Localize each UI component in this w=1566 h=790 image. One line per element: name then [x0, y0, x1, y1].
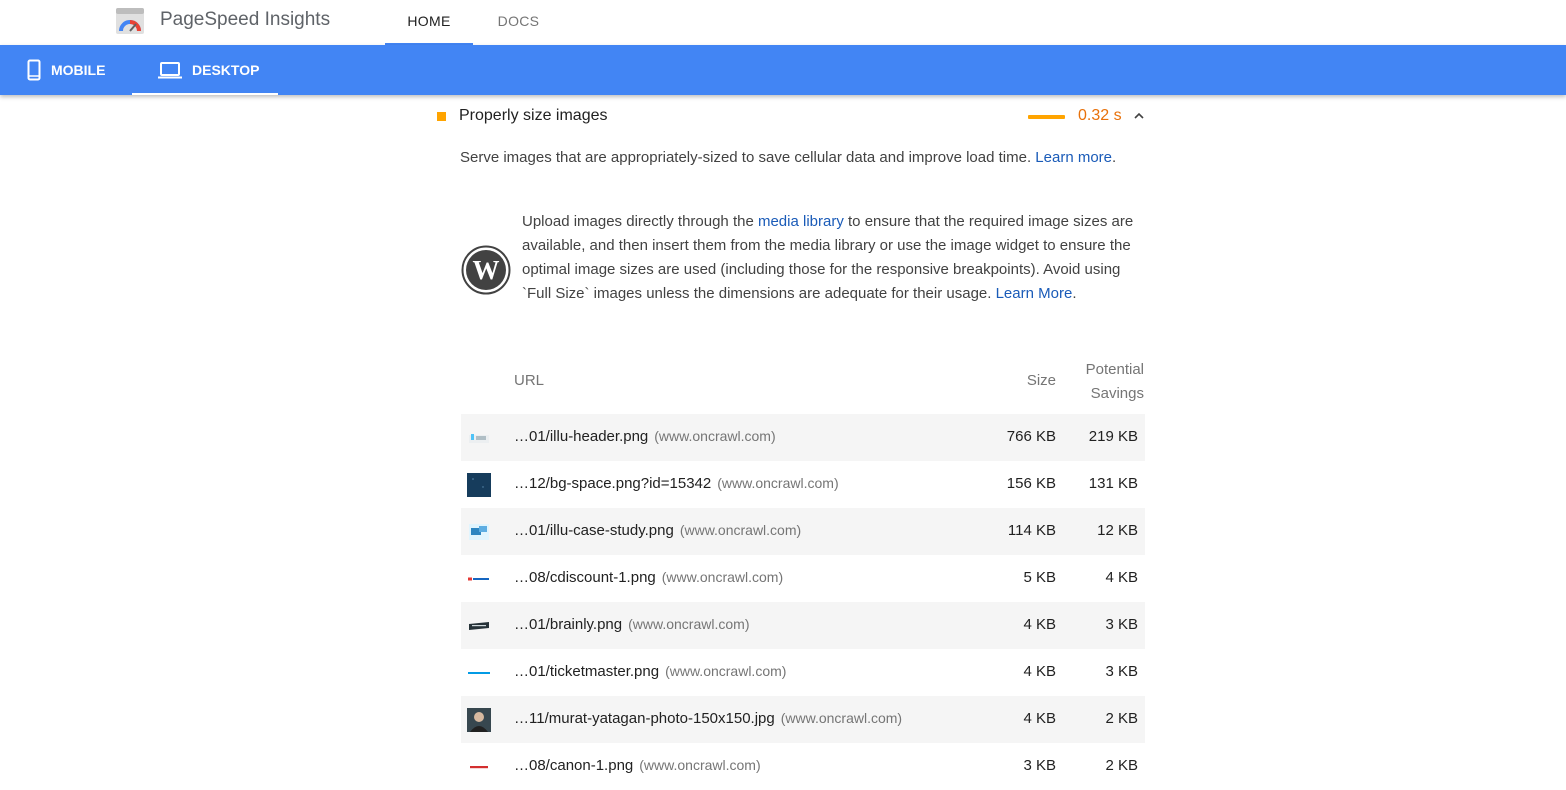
row-size: 766 KB: [1006, 428, 1056, 445]
row-url: …11/murat-yatagan-photo-150x150.jpg: [514, 710, 775, 727]
stack-pack-learn-more-link[interactable]: Learn More: [996, 285, 1073, 302]
table-row: …01/illu-case-study.png (www.oncrawl.com)…: [461, 508, 1145, 555]
row-host: (www.oncrawl.com): [679, 522, 802, 538]
table-row: …01/illu-header.png (www.oncrawl.com) 766…: [461, 414, 1145, 461]
portrait-photo-thumbnail: [467, 708, 491, 732]
illustration-thumbnail: [469, 434, 489, 443]
audit-savings-bar: [1028, 115, 1065, 119]
cdiscount-logo-thumbnail: [468, 577, 490, 581]
column-header-url: URL: [514, 372, 545, 389]
top-header: PageSpeed Insights HOME DOCS: [0, 0, 1566, 45]
row-savings: 2 KB: [1105, 710, 1138, 727]
tab-mobile-label: MOBILE: [51, 62, 106, 78]
dark-blue-thumbnail: [467, 473, 491, 497]
row-savings: 3 KB: [1105, 663, 1138, 680]
row-size: 4 KB: [1023, 710, 1056, 727]
table-row: …11/murat-yatagan-photo-150x150.jpg (www.…: [461, 696, 1145, 743]
row-url: …01/brainly.png: [514, 616, 623, 633]
device-bar: MOBILE DESKTOP: [0, 45, 1566, 95]
row-size: 114 KB: [1007, 522, 1056, 539]
audit-status-marker: [437, 112, 446, 121]
table-row: …08/cdiscount-1.png (www.oncrawl.com) 5 K…: [461, 555, 1145, 602]
row-url: …01/ticketmaster.png: [514, 663, 660, 680]
table-header: URL Size Potential Savings: [461, 358, 1145, 414]
laptop-icon: [158, 62, 182, 79]
row-savings: 12 KB: [1097, 522, 1138, 539]
audit-description: Serve images that are appropriately-size…: [460, 149, 1117, 166]
row-host: (www.oncrawl.com): [628, 616, 750, 632]
row-size: 156 KB: [1006, 475, 1056, 492]
case-study-thumbnail: [469, 524, 489, 540]
tab-mobile[interactable]: MOBILE: [0, 45, 130, 95]
row-size: 3 KB: [1023, 757, 1056, 774]
stack-pack-advice: Upload images directly through the media…: [522, 213, 1134, 302]
audit-title[interactable]: Properly size images: [459, 107, 608, 125]
row-size: 5 KB: [1023, 569, 1056, 586]
row-host: (www.oncrawl.com): [665, 663, 787, 679]
tab-home[interactable]: HOME: [385, 0, 473, 45]
row-url: …01/illu-case-study.png: [514, 522, 674, 539]
pagespeed-gauge-icon[interactable]: [115, 7, 145, 35]
details-table: URL Size Potential Savings …01/illu-head…: [461, 358, 1145, 790]
row-host: (www.oncrawl.com): [661, 569, 784, 585]
tab-desktop-label: DESKTOP: [192, 62, 260, 78]
learn-more-link[interactable]: Learn more: [1035, 149, 1112, 166]
row-size: 4 KB: [1023, 616, 1056, 633]
phone-icon: [27, 59, 41, 81]
row-size: 4 KB: [1023, 663, 1056, 680]
table-row: …12/bg-space.png?id=15342 (www.oncrawl.co…: [461, 461, 1145, 508]
row-savings: 2 KB: [1105, 757, 1138, 774]
row-savings: 131 KB: [1088, 475, 1138, 492]
row-host: (www.oncrawl.com): [639, 757, 761, 773]
ticketmaster-logo-thumbnail: [468, 672, 490, 674]
table-row: …01/brainly.png (www.oncrawl.com) 4 KB 3 …: [461, 602, 1145, 649]
brainly-logo-thumbnail: [469, 622, 489, 630]
row-url: …08/canon-1.png: [514, 757, 634, 774]
tab-docs[interactable]: DOCS: [473, 0, 564, 45]
tab-desktop[interactable]: DESKTOP: [132, 45, 278, 95]
svg-text:W: W: [473, 255, 500, 285]
row-url: …01/illu-header.png: [514, 428, 649, 445]
row-savings: 4 KB: [1105, 569, 1138, 586]
row-savings: 219 KB: [1088, 428, 1138, 445]
media-library-link[interactable]: media library: [758, 213, 844, 230]
table-row: …08/canon-1.png (www.oncrawl.com) 3 KB 2 …: [461, 743, 1145, 790]
row-savings: 3 KB: [1105, 616, 1138, 633]
column-header-size: Size: [1026, 372, 1056, 389]
canon-logo-thumbnail: [470, 766, 488, 769]
row-url: …12/bg-space.png?id=15342: [514, 475, 712, 492]
chevron-up-icon[interactable]: [1132, 109, 1146, 123]
app-title[interactable]: PageSpeed Insights: [160, 9, 330, 31]
column-header-potential-savings: Potential Savings: [1085, 361, 1144, 402]
table-row: …01/ticketmaster.png (www.oncrawl.com) 4 …: [461, 649, 1145, 696]
row-host: (www.oncrawl.com): [654, 428, 776, 444]
audit-savings-value: 0.32 s: [1078, 107, 1122, 124]
row-host: (www.oncrawl.com): [780, 710, 903, 726]
wordpress-icon: W: [461, 245, 511, 295]
row-url: …08/cdiscount-1.png: [514, 569, 656, 586]
row-host: (www.oncrawl.com): [717, 475, 839, 491]
